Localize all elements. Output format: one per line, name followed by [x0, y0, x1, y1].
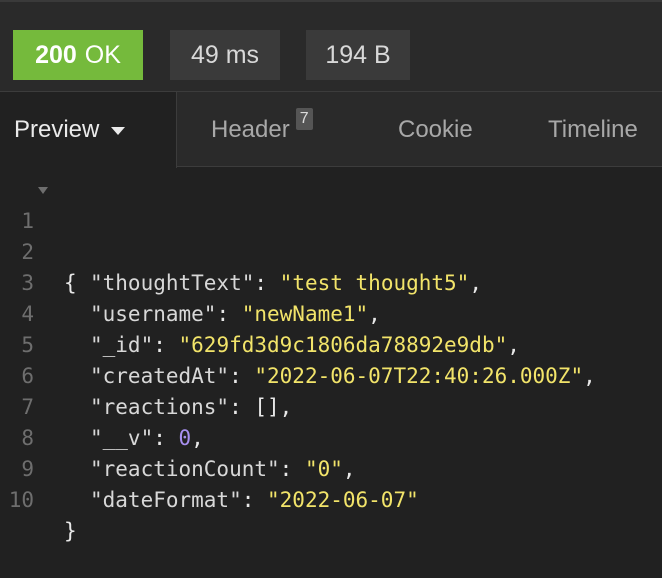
code-line: 6 "reactions": [], — [0, 330, 662, 419]
response-size-badge: 194 B — [306, 30, 410, 80]
tab-header[interactable]: Header 7 — [211, 92, 313, 167]
chevron-down-icon[interactable] — [111, 127, 126, 135]
status-text: OK — [84, 40, 121, 69]
code-line: 4 "_id": "629fd3d9c1806da78892e9db", — [0, 268, 662, 357]
close-brace: } — [64, 519, 77, 543]
json-value: "2022-06-07" — [267, 488, 419, 512]
code-line: 3 "username": "newName1", — [0, 237, 662, 326]
tab-cookie[interactable]: Cookie — [398, 92, 473, 167]
code-line: 5 "createdAt": "2022-06-07T22:40:26.000Z… — [0, 299, 662, 388]
tab-preview[interactable]: Preview — [0, 92, 177, 168]
header-count-badge: 7 — [295, 107, 313, 130]
response-status-bar: 200 OK 49 ms 194 B — [0, 2, 662, 91]
code-line: 8 "reactionCount": "0", — [0, 392, 662, 481]
tab-header-label: Header — [211, 115, 290, 143]
response-tabs: Preview Header 7 Cookie Timeline — [0, 91, 662, 168]
line-number: 10 — [8, 488, 34, 512]
json-preview[interactable]: 1 { 2 "thoughtText": "test thought5", 3 … — [0, 175, 662, 543]
tab-preview-label: Preview — [14, 116, 100, 143]
code-line: 2 "thoughtText": "test thought5", — [0, 206, 662, 295]
tab-timeline[interactable]: Timeline — [548, 92, 638, 167]
code-line: 1 { — [0, 175, 662, 295]
code-line: 10 } — [0, 454, 662, 543]
code-line: 9 "dateFormat": "2022-06-07" — [0, 423, 662, 512]
code-line: 7 "__v": 0, — [0, 361, 662, 450]
tab-cookie-label: Cookie — [398, 115, 473, 143]
tab-timeline-label: Timeline — [548, 115, 638, 143]
status-code: 200 — [35, 40, 77, 69]
status-code-badge: 200 OK — [13, 30, 143, 80]
response-time-badge: 49 ms — [170, 30, 280, 80]
json-key: "dateFormat" — [90, 488, 242, 512]
fold-arrow-icon[interactable] — [38, 187, 48, 194]
tabs-divider — [177, 166, 662, 167]
